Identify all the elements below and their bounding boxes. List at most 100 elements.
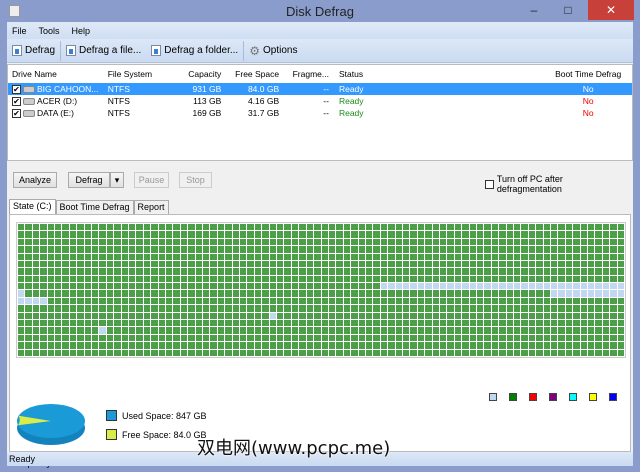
used-cluster xyxy=(84,312,92,320)
used-cluster xyxy=(188,260,195,268)
free-cluster xyxy=(565,290,573,297)
tab-state[interactable]: State (C:) xyxy=(9,199,56,215)
minimize-button[interactable]: – xyxy=(520,0,548,20)
used-cluster xyxy=(188,320,195,327)
used-cluster xyxy=(240,246,247,253)
options-button[interactable]: ⚙ Options xyxy=(244,40,302,62)
used-cluster xyxy=(321,342,328,349)
col-free-space[interactable]: Free Space xyxy=(225,69,283,79)
col-file-system[interactable]: File System xyxy=(104,69,166,79)
used-cluster xyxy=(106,327,114,334)
used-cluster xyxy=(143,327,151,334)
used-cluster xyxy=(84,231,92,238)
used-cluster xyxy=(550,268,558,275)
analyze-button[interactable]: Analyze xyxy=(13,172,57,188)
menu-tools[interactable]: Tools xyxy=(39,26,60,36)
used-cluster xyxy=(62,253,69,260)
used-cluster xyxy=(602,224,610,231)
used-cluster xyxy=(558,253,565,260)
toolbar-defrag-button[interactable]: Defrag xyxy=(7,40,60,62)
used-cluster xyxy=(210,231,217,238)
used-cluster xyxy=(240,327,247,334)
tab-boot-time-defrag[interactable]: Boot Time Defrag xyxy=(55,200,134,214)
used-cluster xyxy=(77,327,84,334)
used-cluster xyxy=(291,312,299,320)
turn-off-checkbox[interactable] xyxy=(485,179,494,189)
used-cluster xyxy=(69,268,77,275)
used-cluster xyxy=(351,349,358,356)
col-drive-name[interactable]: Drive Name xyxy=(8,69,104,79)
used-cluster xyxy=(62,238,69,246)
used-cluster xyxy=(365,238,373,246)
drive-checkbox[interactable]: ✔ xyxy=(12,108,21,118)
used-cluster xyxy=(306,334,314,342)
used-cluster xyxy=(69,275,77,283)
defrag-folder-button[interactable]: Defrag a folder... xyxy=(146,40,243,62)
pause-button[interactable]: Pause xyxy=(134,172,169,188)
used-cluster xyxy=(499,275,506,283)
free-cluster xyxy=(580,290,587,297)
used-cluster xyxy=(499,320,506,327)
col-boot-time-defrag[interactable]: Boot Time Defrag xyxy=(544,69,632,79)
used-cluster xyxy=(129,334,136,342)
used-cluster xyxy=(358,253,365,260)
used-cluster xyxy=(151,246,158,253)
used-cluster xyxy=(99,320,106,327)
used-cluster xyxy=(543,297,550,305)
used-cluster xyxy=(188,275,195,283)
defrag-dropdown-button[interactable]: ▾ xyxy=(110,172,124,188)
used-cluster xyxy=(469,290,476,297)
used-cluster xyxy=(210,327,217,334)
close-button[interactable]: ✕ xyxy=(588,0,634,20)
drive-row[interactable]: ✔ BIG CAHOON... NTFS 931 GB 84.0 GB -- Re… xyxy=(8,83,632,95)
menu-file[interactable]: File xyxy=(12,26,27,36)
used-cluster xyxy=(291,260,299,268)
used-cluster xyxy=(358,342,365,349)
defrag-button[interactable]: Defrag xyxy=(68,172,110,188)
used-cluster xyxy=(18,334,25,342)
used-cluster xyxy=(203,275,210,283)
maximize-button[interactable]: □ xyxy=(554,0,582,20)
boot-time-cell: No xyxy=(582,84,594,94)
drive-checkbox[interactable]: ✔ xyxy=(12,84,21,94)
used-cluster xyxy=(388,246,395,253)
used-cluster xyxy=(32,224,40,231)
col-capacity[interactable]: Capacity xyxy=(166,69,226,79)
used-cluster xyxy=(106,231,114,238)
drive-list[interactable]: Drive Name File System Capacity Free Spa… xyxy=(7,64,633,161)
used-cluster xyxy=(565,327,573,334)
used-cluster xyxy=(106,224,114,231)
tab-report[interactable]: Report xyxy=(133,200,169,214)
drive-row[interactable]: ✔ ACER (D:) NTFS 113 GB 4.16 GB -- Ready … xyxy=(8,95,632,107)
used-cluster xyxy=(99,342,106,349)
drive-row[interactable]: ✔ DATA (E:) NTFS 169 GB 31.7 GB -- Ready … xyxy=(8,107,632,119)
used-cluster xyxy=(454,290,462,297)
used-cluster xyxy=(587,253,595,260)
used-cluster xyxy=(536,238,543,246)
used-cluster xyxy=(425,349,432,356)
used-cluster xyxy=(32,268,40,275)
used-cluster xyxy=(543,327,550,334)
used-cluster xyxy=(565,320,573,327)
col-fragmentation[interactable]: Fragme... xyxy=(283,69,335,79)
defrag-file-button[interactable]: Defrag a file... xyxy=(61,40,146,62)
stop-button[interactable]: Stop xyxy=(179,172,212,188)
menu-help[interactable]: Help xyxy=(72,26,91,36)
drive-checkbox[interactable]: ✔ xyxy=(12,96,21,106)
used-cluster xyxy=(380,290,388,297)
used-cluster xyxy=(158,342,166,349)
used-cluster xyxy=(469,334,476,342)
used-cluster xyxy=(143,290,151,297)
used-cluster xyxy=(462,246,469,253)
used-cluster xyxy=(225,334,232,342)
used-cluster xyxy=(425,246,432,253)
used-cluster xyxy=(491,246,499,253)
used-cluster xyxy=(521,297,528,305)
used-cluster xyxy=(262,238,269,246)
used-cluster xyxy=(217,290,225,297)
used-cluster xyxy=(484,312,491,320)
free-space-cell: 4.16 GB xyxy=(247,96,280,106)
col-status[interactable]: Status xyxy=(335,69,544,79)
used-cluster xyxy=(476,327,484,334)
turn-off-option[interactable]: Turn off PC after defragmentation xyxy=(485,174,627,194)
